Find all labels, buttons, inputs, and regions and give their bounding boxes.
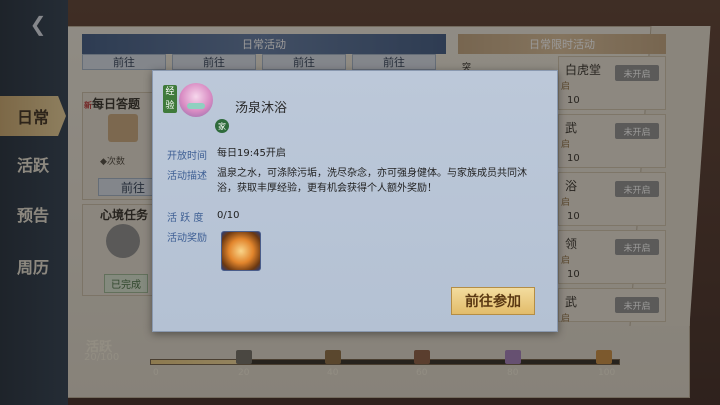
hot-spring-icon — [179, 83, 213, 117]
activity-points-value: 0/10 — [217, 210, 240, 221]
reward-label: 活动奖励 — [167, 233, 207, 244]
open-time-value: 每日19:45开启 — [217, 148, 286, 159]
activity-detail-modal: 经验 家 汤泉沐浴 开放时间 每日19:45开启 活动描述 温泉之水，可涤除污垢… — [152, 70, 558, 332]
join-button[interactable]: 前往参加 — [451, 287, 535, 315]
activity-points-label: 活 跃 度 — [167, 213, 204, 224]
description-label: 活动描述 — [167, 171, 207, 182]
reward-item-icon[interactable] — [221, 231, 261, 271]
family-badge: 家 — [215, 119, 229, 133]
description-value: 温泉之水，可涤除污垢，洗尽杂念，亦可强身健体。与家族成员共同沐浴，获取丰厚经验，… — [217, 168, 527, 194]
modal-title: 汤泉沐浴 — [235, 101, 288, 116]
exp-type-tag: 经验 — [163, 85, 177, 113]
open-time-label: 开放时间 — [167, 151, 207, 162]
